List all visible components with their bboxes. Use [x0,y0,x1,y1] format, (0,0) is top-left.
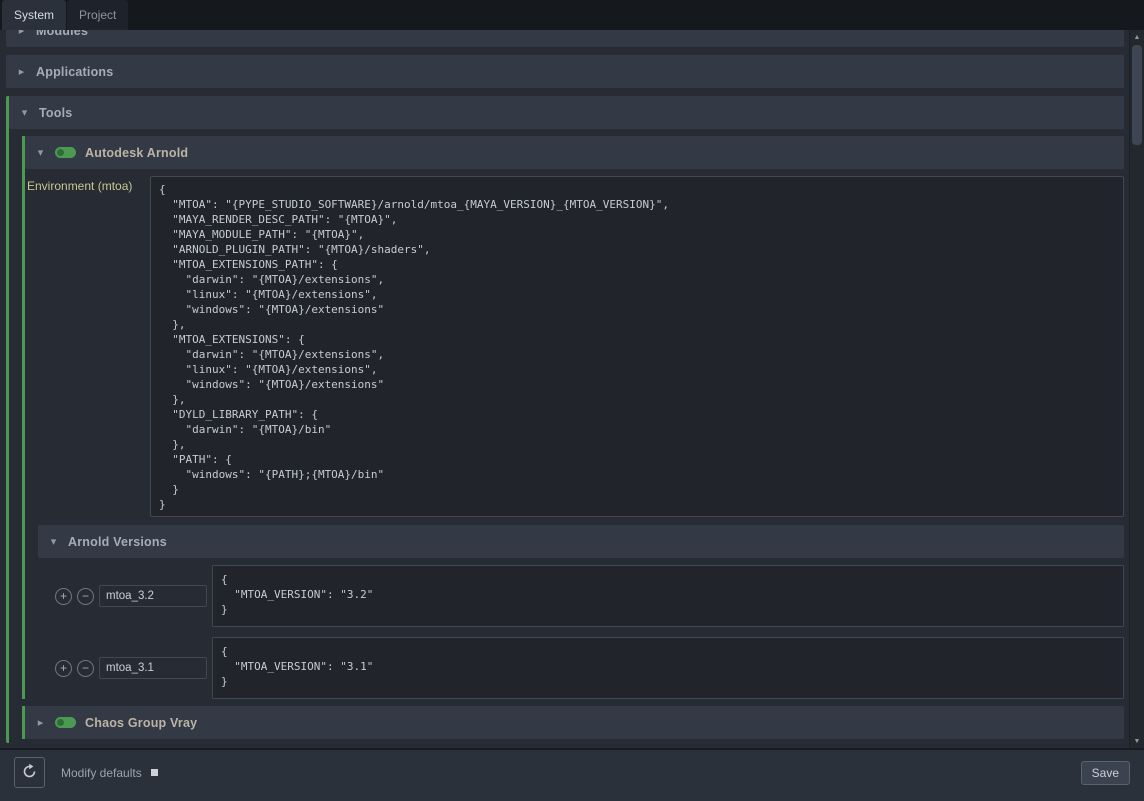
footer-bar: Modify defaults Save [0,748,1144,801]
remove-version-button[interactable]: − [77,660,94,677]
expand-arrow-icon: ▾ [35,146,46,159]
add-version-button[interactable]: + [55,588,72,605]
scroll-down-icon[interactable]: ▼ [1130,734,1144,748]
refresh-icon [21,763,38,783]
remove-version-button[interactable]: − [77,588,94,605]
environment-row: Environment (mtoa) { "MTOA": "{PYPE_STUD… [25,176,1124,517]
group-title-arnold-versions: Arnold Versions [68,535,167,549]
version-row: + − { "MTOA_VERSION": "3.1" } [38,637,1124,699]
modify-defaults-label: Modify defaults [61,766,142,780]
tab-project[interactable]: Project [67,0,128,30]
modify-defaults-checkbox[interactable] [151,769,158,776]
section-tools: ▾ Tools ▾ Autodesk Arnold Environment [6,96,1124,743]
group-arnold-versions: ▾ Arnold Versions + − { "MTOA_VERSION": … [25,525,1124,699]
collapse-arrow-icon: ▸ [16,65,27,78]
section-applications: ▸ Applications [6,55,1124,88]
vertical-scrollbar[interactable]: ▲ ▼ [1129,30,1144,748]
section-header-modules[interactable]: ▸ Modules [6,30,1124,47]
group-chaos-group-vray: ▸ Chaos Group Vray [22,706,1124,739]
settings-window: System Project ▸ Modules ▸ Applications [0,0,1144,801]
group-header-autodesk-arnold[interactable]: ▾ Autodesk Arnold [25,136,1124,169]
version-key-input[interactable] [99,657,207,679]
expand-arrow-icon: ▾ [48,535,59,548]
settings-content: ▸ Modules ▸ Applications ▾ Tools [6,30,1124,748]
tools-body: ▾ Autodesk Arnold Environment (mtoa) { "… [9,136,1124,743]
section-header-applications[interactable]: ▸ Applications [6,55,1124,88]
add-version-button[interactable]: + [55,660,72,677]
group-title-chaos-group-vray: Chaos Group Vray [85,716,197,730]
section-header-tools[interactable]: ▾ Tools [9,96,1124,129]
refresh-button[interactable] [14,757,45,788]
version-json-editor[interactable]: { "MTOA_VERSION": "3.2" } [212,565,1124,627]
version-json-editor[interactable]: { "MTOA_VERSION": "3.1" } [212,637,1124,699]
toggle-on-icon[interactable] [55,717,76,728]
version-row: + − { "MTOA_VERSION": "3.2" } [38,565,1124,627]
group-autodesk-arnold: ▾ Autodesk Arnold Environment (mtoa) { "… [22,136,1124,699]
scrollbar-thumb[interactable] [1132,45,1142,145]
tab-bar: System Project [0,0,1144,30]
section-title-modules: Modules [36,30,88,38]
collapse-arrow-icon: ▸ [35,716,46,729]
group-header-chaos-group-vray[interactable]: ▸ Chaos Group Vray [25,706,1124,739]
settings-scroll-area: ▸ Modules ▸ Applications ▾ Tools [0,30,1144,748]
save-button[interactable]: Save [1081,761,1130,785]
section-title-tools: Tools [39,106,72,120]
toggle-on-icon[interactable] [55,147,76,158]
group-title-autodesk-arnold: Autodesk Arnold [85,146,188,160]
version-key-input[interactable] [99,585,207,607]
collapse-arrow-icon: ▸ [16,30,27,37]
expand-arrow-icon: ▾ [19,106,30,119]
section-title-applications: Applications [36,65,113,79]
scroll-up-icon[interactable]: ▲ [1130,30,1144,44]
tab-system[interactable]: System [2,0,66,30]
environment-json-editor[interactable]: { "MTOA": "{PYPE_STUDIO_SOFTWARE}/arnold… [150,176,1124,517]
section-modules: ▸ Modules [6,30,1124,47]
environment-label: Environment (mtoa) [25,176,150,517]
group-header-arnold-versions[interactable]: ▾ Arnold Versions [38,525,1124,558]
